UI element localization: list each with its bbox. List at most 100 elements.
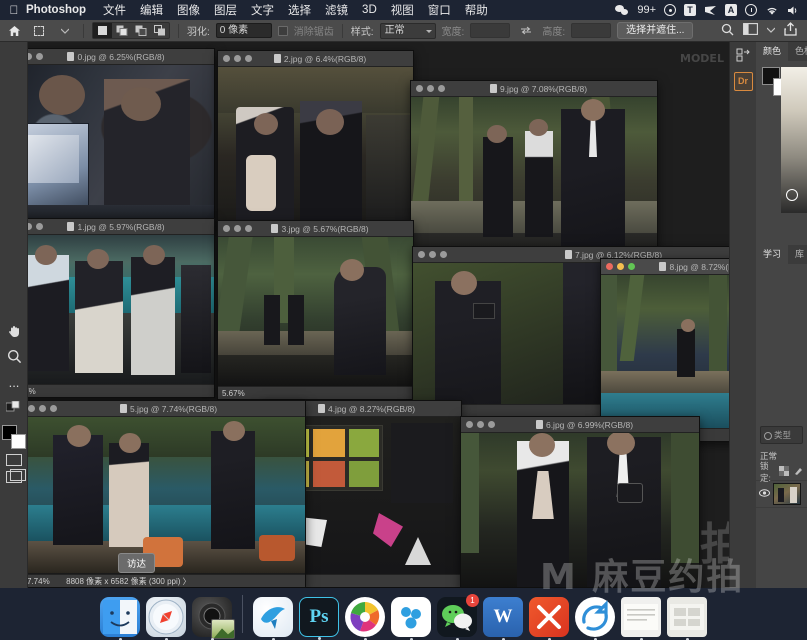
window-titlebar-3[interactable]: 3.jpg @ 5.67%(RGB/8) — [218, 221, 413, 237]
feather-input[interactable]: 0 像素 — [215, 23, 272, 38]
minimize-button-5[interactable] — [39, 405, 46, 412]
lock-brush-icon[interactable] — [793, 466, 803, 478]
dock-item-camera[interactable] — [192, 597, 235, 640]
dock-item-xmind[interactable] — [529, 597, 569, 640]
document-window-1[interactable]: 1.jpg @ 5.97%(RGB/8) 5.97% — [8, 218, 215, 398]
background-color-swatch[interactable] — [11, 434, 26, 449]
width-input[interactable] — [470, 23, 511, 38]
dock-item-photos[interactable] — [345, 597, 385, 640]
zoom-tool-icon[interactable] — [0, 343, 28, 369]
default-colors-icon[interactable] — [0, 395, 28, 421]
zoom-button-9[interactable] — [438, 85, 445, 92]
menu-item-select[interactable]: 选择 — [288, 2, 311, 18]
tab-libraries[interactable]: 库 — [788, 245, 807, 264]
tool-preset-chevron-icon[interactable] — [55, 23, 75, 39]
color-picker-area[interactable] — [756, 61, 807, 221]
add-to-selection-button[interactable] — [112, 23, 131, 38]
select-and-mask-button[interactable]: 选择并遮住... — [617, 22, 694, 39]
tab-learn[interactable]: 学习 — [756, 245, 789, 264]
screen-mode-icon[interactable] — [6, 469, 26, 483]
menu-item-image[interactable]: 图像 — [177, 2, 200, 18]
height-input[interactable] — [571, 23, 612, 38]
minimize-button-8[interactable] — [617, 263, 624, 270]
menu-item-help[interactable]: 帮助 — [465, 2, 488, 18]
menu-item-view[interactable]: 视图 — [391, 2, 414, 18]
antialias-checkbox[interactable] — [277, 25, 288, 36]
layer-thumbnail[interactable] — [773, 483, 801, 505]
menu-item-type[interactable]: 文字 — [251, 2, 274, 18]
close-button-9[interactable] — [416, 85, 423, 92]
workspace-chevron-icon[interactable] — [766, 25, 776, 36]
dock-item-photoshop[interactable]: Ps — [299, 597, 339, 640]
panel-collapse-icon[interactable] — [730, 42, 756, 68]
minimize-button-9[interactable] — [427, 85, 434, 92]
window-titlebar-0[interactable]: 0.jpg @ 6.25%(RGB/8) — [9, 49, 214, 65]
window-titlebar-2[interactable]: 2.jpg @ 6.4%(RGB/8) — [218, 51, 413, 67]
menu-item-3d[interactable]: 3D — [362, 4, 377, 16]
zoom-button-8[interactable] — [628, 263, 635, 270]
dock-item-sync[interactable] — [575, 597, 615, 640]
document-window-3[interactable]: 3.jpg @ 5.67%(RGB/8) 5.67% — [217, 220, 414, 400]
wechat-status-icon[interactable] — [615, 4, 629, 16]
menu-item-filter[interactable]: 滤镜 — [325, 2, 348, 18]
canvas-3[interactable]: 5.67% — [218, 237, 413, 399]
minimize-button-2[interactable] — [234, 55, 241, 62]
layer-row[interactable] — [756, 480, 807, 508]
wifi-icon[interactable] — [765, 5, 779, 16]
zoom-button-5[interactable] — [50, 405, 57, 412]
canvas-5[interactable]: 7.74% 8808 像素 x 6582 像素 (300 ppi) 〉 — [23, 417, 305, 587]
dock-item-notes[interactable] — [621, 597, 661, 640]
status-arrow[interactable]: 〉 — [183, 577, 191, 586]
menu-app-name[interactable]: Photoshop — [26, 4, 86, 16]
dock-item-files[interactable] — [667, 597, 707, 640]
close-button-8[interactable] — [606, 263, 613, 270]
minimize-button-6[interactable] — [477, 421, 484, 428]
menu-item-edit[interactable]: 编辑 — [140, 2, 163, 18]
zoom-button-3[interactable] — [245, 225, 252, 232]
swap-width-height-icon[interactable] — [516, 23, 536, 39]
menu-item-file[interactable]: 文件 — [103, 2, 126, 18]
zoom-button-7[interactable] — [440, 251, 447, 258]
quick-mask-icon[interactable] — [6, 454, 22, 466]
share-icon[interactable] — [784, 22, 797, 39]
tab-swatches[interactable]: 色板 — [788, 42, 807, 61]
new-selection-button[interactable] — [93, 23, 112, 38]
canvas-6[interactable] — [461, 433, 699, 587]
document-window-6[interactable]: 6.jpg @ 6.99%(RGB/8) — [460, 416, 700, 588]
eye-icon[interactable] — [759, 489, 770, 499]
volume-icon[interactable] — [787, 5, 799, 16]
minimize-button-7[interactable] — [429, 251, 436, 258]
text-input-icon[interactable]: T — [684, 4, 696, 16]
window-titlebar-9[interactable]: 9.jpg @ 7.08%(RGB/8) — [411, 81, 657, 97]
close-button-2[interactable] — [223, 55, 230, 62]
canvas-0[interactable] — [9, 65, 214, 227]
zoom-button-6[interactable] — [488, 421, 495, 428]
tab-color[interactable]: 颜色 — [756, 42, 789, 61]
home-icon[interactable] — [6, 23, 23, 39]
dock-item-safari[interactable] — [146, 597, 186, 640]
dock-item-finder[interactable] — [100, 597, 140, 640]
subtract-from-selection-button[interactable] — [131, 23, 150, 38]
workspace-icon[interactable] — [743, 23, 758, 38]
target-icon[interactable] — [664, 4, 676, 16]
close-button-3[interactable] — [223, 225, 230, 232]
color-swatches[interactable] — [2, 425, 26, 449]
color-ramp[interactable] — [781, 67, 807, 213]
apple-logo-icon[interactable]:  — [6, 3, 22, 17]
zoom-button-1[interactable] — [36, 223, 43, 230]
document-window-2[interactable]: 2.jpg @ 6.4%(RGB/8) — [217, 50, 414, 228]
canvas-1[interactable]: 5.97% — [9, 235, 214, 397]
zoom-button-0[interactable] — [36, 53, 43, 60]
window-titlebar-5[interactable]: 5.jpg @ 7.74%(RGB/8) — [23, 401, 305, 417]
hand-tool-icon[interactable] — [0, 317, 28, 343]
discover-icon[interactable]: Dr — [730, 68, 756, 94]
input-source-icon[interactable]: A — [725, 4, 737, 16]
document-window-5[interactable]: 5.jpg @ 7.74%(RGB/8) 7.74% 8808 像素 x 658… — [22, 400, 306, 588]
marquee-tool-icon[interactable] — [29, 23, 49, 39]
minimize-button-3[interactable] — [234, 225, 241, 232]
more-tools-icon[interactable]: ... — [0, 369, 28, 395]
layers-filter-input[interactable]: 类型 — [760, 426, 803, 444]
style-select[interactable]: 正常 — [379, 22, 436, 39]
lock-transparent-icon[interactable] — [779, 466, 789, 478]
flag-icon[interactable] — [704, 5, 717, 16]
